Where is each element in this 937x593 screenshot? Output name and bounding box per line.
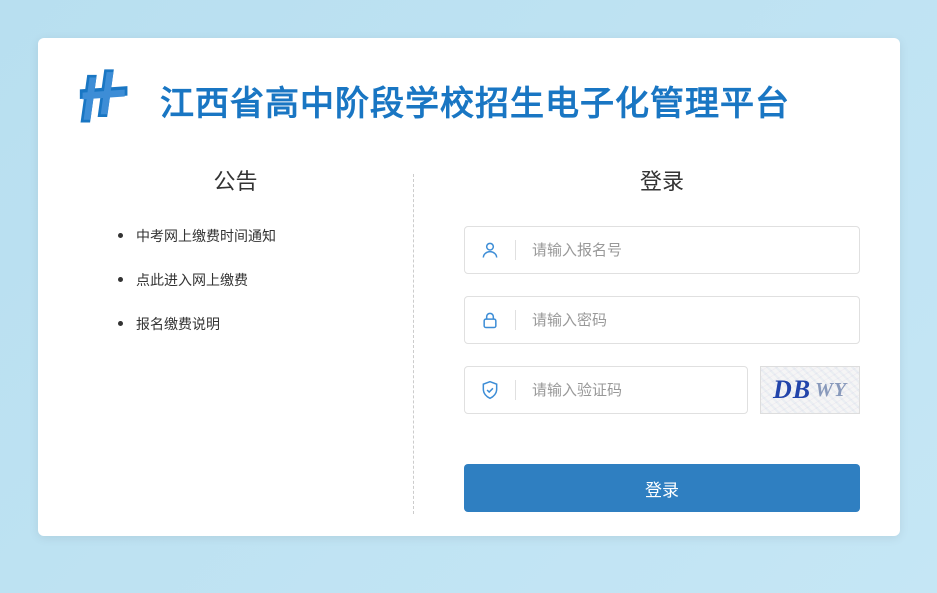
login-title: 登录 (464, 164, 860, 196)
notices-title: 公告 (78, 164, 393, 196)
captcha-text-weak: WY (815, 379, 847, 402)
captcha-text-strong: DB (773, 375, 811, 405)
captcha-row: DB WY (464, 366, 860, 414)
lock-icon (465, 310, 515, 330)
password-input[interactable] (516, 297, 859, 343)
username-input[interactable] (516, 227, 859, 273)
notice-item[interactable]: 中考网上缴费时间通知 (118, 226, 393, 246)
notices-panel: 公告 中考网上缴费时间通知 点此进入网上缴费 报名缴费说明 (78, 164, 413, 514)
notice-item[interactable]: 报名缴费说明 (118, 314, 393, 334)
password-group (464, 296, 860, 344)
user-icon (465, 240, 515, 260)
login-panel: 登录 (414, 164, 860, 514)
page-title: 江西省高中阶段学校招生电子化管理平台 (160, 76, 790, 125)
header: 江西省高中阶段学校招生电子化管理平台 (38, 38, 900, 154)
login-button[interactable]: 登录 (464, 464, 860, 512)
captcha-input[interactable] (516, 367, 747, 413)
captcha-image[interactable]: DB WY (760, 366, 860, 414)
notices-list: 中考网上缴费时间通知 点此进入网上缴费 报名缴费说明 (78, 226, 393, 334)
username-group (464, 226, 860, 274)
login-card: 江西省高中阶段学校招生电子化管理平台 公告 中考网上缴费时间通知 点此进入网上缴… (38, 38, 900, 536)
captcha-group (464, 366, 748, 414)
content: 公告 中考网上缴费时间通知 点此进入网上缴费 报名缴费说明 登录 (38, 154, 900, 514)
notice-item[interactable]: 点此进入网上缴费 (118, 270, 393, 290)
shield-check-icon (465, 380, 515, 400)
platform-logo-icon (68, 66, 142, 134)
